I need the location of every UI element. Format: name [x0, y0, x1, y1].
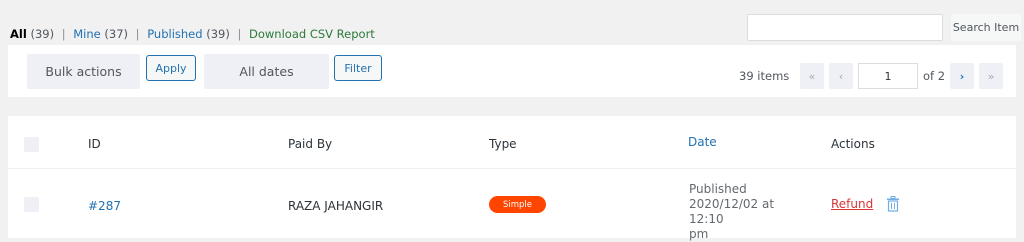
trash-icon[interactable] — [886, 196, 900, 216]
date-status: Published — [689, 182, 747, 196]
filter-button[interactable]: Filter — [334, 55, 382, 81]
date-cell: Published 2020/12/02 at 12:10 pm — [689, 182, 809, 242]
status-filter-links: All (39) | Mine (37) | Published (39) | … — [10, 27, 375, 41]
order-id-link[interactable]: #287 — [88, 199, 121, 213]
orders-table — [8, 116, 1016, 238]
date-filter-select[interactable]: All dates — [204, 54, 329, 89]
filter-all[interactable]: All — [10, 27, 27, 41]
filter-published[interactable]: Published — [147, 27, 202, 41]
column-header-actions: Actions — [831, 137, 875, 151]
paid-by-cell: RAZA JAHANGIR — [288, 199, 384, 213]
items-count: 39 items — [739, 69, 790, 83]
current-page-input[interactable]: 1 — [858, 63, 918, 89]
refund-link[interactable]: Refund — [831, 197, 873, 211]
total-pages: of 2 — [923, 69, 946, 83]
column-header-paid-by: Paid By — [288, 137, 333, 151]
divider — [8, 168, 1016, 169]
search-input[interactable] — [747, 14, 943, 41]
filter-mine[interactable]: Mine — [73, 27, 100, 41]
date-value: 2020/12/02 at 12:10 — [689, 197, 775, 226]
filter-published-count: (39) — [206, 27, 230, 41]
separator: | — [237, 27, 242, 41]
apply-button[interactable]: Apply — [146, 55, 196, 81]
separator: | — [135, 27, 140, 41]
column-header-date[interactable]: Date — [688, 135, 717, 149]
filter-mine-count: (37) — [104, 27, 128, 41]
type-badge: Simple — [489, 196, 546, 213]
column-header-id: ID — [88, 137, 101, 151]
download-csv-link[interactable]: Download CSV Report — [249, 27, 375, 41]
column-header-type: Type — [489, 137, 517, 151]
select-all-checkbox[interactable] — [24, 137, 39, 152]
prev-page-button[interactable]: ‹ — [829, 63, 853, 89]
bulk-actions-select[interactable]: Bulk actions — [27, 54, 140, 89]
search-button[interactable]: Search Item — [951, 14, 1021, 41]
next-page-button[interactable]: › — [950, 63, 974, 89]
row-checkbox[interactable] — [24, 197, 39, 212]
last-page-button[interactable]: » — [979, 63, 1003, 89]
first-page-button[interactable]: « — [800, 63, 824, 89]
separator: | — [61, 27, 66, 41]
filter-all-count: (39) — [30, 27, 55, 41]
